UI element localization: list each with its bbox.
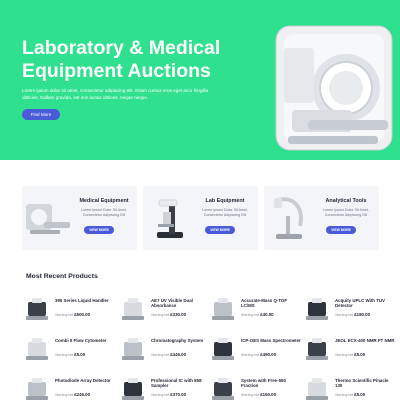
product-item[interactable]: Thermo Scientific Pinacle 130 Starting bi… — [304, 376, 396, 400]
product-image — [212, 338, 234, 360]
price-value: £40.00 — [260, 312, 274, 317]
product-price: Starting bid £490.00 — [241, 352, 276, 357]
starting-bid-label: Starting bid — [335, 393, 354, 397]
starting-bid-label: Starting bid — [241, 393, 260, 397]
product-name[interactable]: 395 Series Liquid Handler — [55, 298, 115, 303]
product-price: Starting bid £500.00 — [55, 312, 90, 317]
product-item[interactable]: Combi II Flow Cytometer Starting bid £5.0… — [24, 336, 116, 370]
product-price: Starting bid £245.00 — [55, 392, 90, 397]
starting-bid-label: Starting bid — [335, 353, 354, 357]
product-price: Starting bid £150.00 — [241, 392, 276, 397]
product-price: Starting bid £5.00 — [335, 352, 365, 357]
hero-banner: Laboratory & Medical Equipment Auctions … — [0, 0, 400, 160]
starting-bid-label: Starting bid — [241, 313, 260, 317]
price-value: £5.00 — [74, 352, 86, 357]
product-item[interactable]: AE7 UV Visible Dual Absorbance Starting b… — [120, 296, 212, 330]
category-title: Medical Equipment — [79, 198, 129, 204]
category-card-analytical[interactable]: Analytical Tools Lorem Ipsum Dolor Sit A… — [264, 186, 379, 250]
category-description: Lorem Ipsum Dolor Sit Amet, Consectetur … — [202, 208, 248, 217]
category-title: Analytical Tools — [325, 198, 367, 204]
starting-bid-label: Starting bid — [335, 313, 354, 317]
hero-title: Laboratory & Medical Equipment Auctions — [22, 37, 221, 82]
price-value: £370.00 — [170, 392, 187, 397]
analytical-tools-image — [274, 197, 303, 239]
price-value: £5.00 — [354, 392, 366, 397]
product-image — [122, 298, 144, 320]
product-image — [306, 378, 328, 400]
category-cards: Medical Equipment Lorem Ipsum Dolor Sit … — [22, 186, 379, 250]
mri-scanner-image — [275, 25, 393, 151]
product-item[interactable]: Chromatography System Starting bid £445.0… — [120, 336, 212, 370]
product-name[interactable]: Accurate-Mass Q-TOF LC/MS — [241, 298, 301, 309]
price-value: £150.00 — [260, 392, 277, 397]
category-description: Lorem Ipsum Dolor Sit Amet, Consectetur … — [81, 208, 127, 217]
price-value: £5.00 — [354, 352, 366, 357]
product-price: Starting bid £445.00 — [151, 352, 186, 357]
category-description: Lorem Ipsum Dolor Sit Amet, Consectetur … — [323, 208, 369, 217]
starting-bid-label: Starting bid — [55, 353, 74, 357]
find-more-button[interactable]: Find More — [22, 109, 60, 120]
hero-description: Lorem ipsum dolor sit amet, consectetur … — [22, 88, 209, 100]
product-item[interactable]: Accurate-Mass Q-TOF LC/MS Starting bid £4… — [210, 296, 302, 330]
product-item[interactable]: 395 Series Liquid Handler Starting bid £5… — [24, 296, 116, 330]
product-item[interactable]: Acquity UPLC With TUV Detector Starting b… — [304, 296, 396, 330]
product-price: Starting bid £5.00 — [335, 392, 365, 397]
product-item[interactable]: Photodiode Array Detector Starting bid £2… — [24, 376, 116, 400]
product-item[interactable]: JEOL ECX-400 NMR FT NMR Starting bid £5.0… — [304, 336, 396, 370]
medical-equipment-image — [26, 204, 70, 234]
product-image — [26, 378, 48, 400]
product-item[interactable]: ICP-OES Mass Spectrometer Starting bid £4… — [210, 336, 302, 370]
price-value: £490.00 — [260, 352, 277, 357]
product-image — [26, 298, 48, 320]
category-card-medical[interactable]: Medical Equipment Lorem Ipsum Dolor Sit … — [22, 186, 137, 250]
product-name[interactable]: Combi II Flow Cytometer — [55, 338, 115, 343]
product-price: Starting bid £330.00 — [151, 312, 186, 317]
product-name[interactable]: AE7 UV Visible Dual Absorbance — [151, 298, 211, 309]
product-image — [122, 338, 144, 360]
view-more-button[interactable]: VIEW MORE — [84, 226, 114, 234]
product-name[interactable]: Acquity UPLC With TUV Detector — [335, 298, 395, 309]
product-name[interactable]: System with Free-550 Fraction — [241, 378, 301, 389]
price-value: £180.00 — [354, 312, 371, 317]
product-price: Starting bid £40.00 — [241, 312, 274, 317]
starting-bid-label: Starting bid — [151, 393, 170, 397]
product-image — [122, 378, 144, 400]
product-name[interactable]: Professional IC with 858 Sampler — [151, 378, 211, 389]
product-name[interactable]: Photodiode Array Detector — [55, 378, 115, 383]
lab-equipment-image — [157, 199, 183, 238]
product-image — [26, 338, 48, 360]
product-name[interactable]: ICP-OES Mass Spectrometer — [241, 338, 301, 343]
price-value: £500.00 — [74, 312, 91, 317]
price-value: £245.00 — [74, 392, 91, 397]
product-image — [212, 378, 234, 400]
starting-bid-label: Starting bid — [151, 313, 170, 317]
product-image — [212, 298, 234, 320]
view-more-button[interactable]: VIEW MORE — [205, 226, 235, 234]
category-card-lab[interactable]: Lab Equipment Lorem Ipsum Dolor Sit Amet… — [143, 186, 258, 250]
starting-bid-label: Starting bid — [241, 353, 260, 357]
product-image — [306, 338, 328, 360]
view-more-button[interactable]: VIEW MORE — [326, 226, 356, 234]
product-price: Starting bid £5.00 — [55, 352, 85, 357]
product-item[interactable]: System with Free-550 Fraction Starting bi… — [210, 376, 302, 400]
product-item[interactable]: Professional IC with 858 Sampler Starting… — [120, 376, 212, 400]
price-value: £445.00 — [170, 352, 187, 357]
product-price: Starting bid £370.00 — [151, 392, 186, 397]
category-title: Lab Equipment — [205, 198, 245, 204]
product-price: Starting bid £180.00 — [335, 312, 370, 317]
starting-bid-label: Starting bid — [55, 393, 74, 397]
product-name[interactable]: JEOL ECX-400 NMR FT NMR — [335, 338, 395, 343]
starting-bid-label: Starting bid — [55, 313, 74, 317]
product-image — [306, 298, 328, 320]
product-name[interactable]: Chromatography System — [151, 338, 211, 343]
product-name[interactable]: Thermo Scientific Pinacle 130 — [335, 378, 395, 389]
section-title: Most Recent Products — [26, 273, 98, 280]
starting-bid-label: Starting bid — [151, 353, 170, 357]
price-value: £330.00 — [170, 312, 187, 317]
